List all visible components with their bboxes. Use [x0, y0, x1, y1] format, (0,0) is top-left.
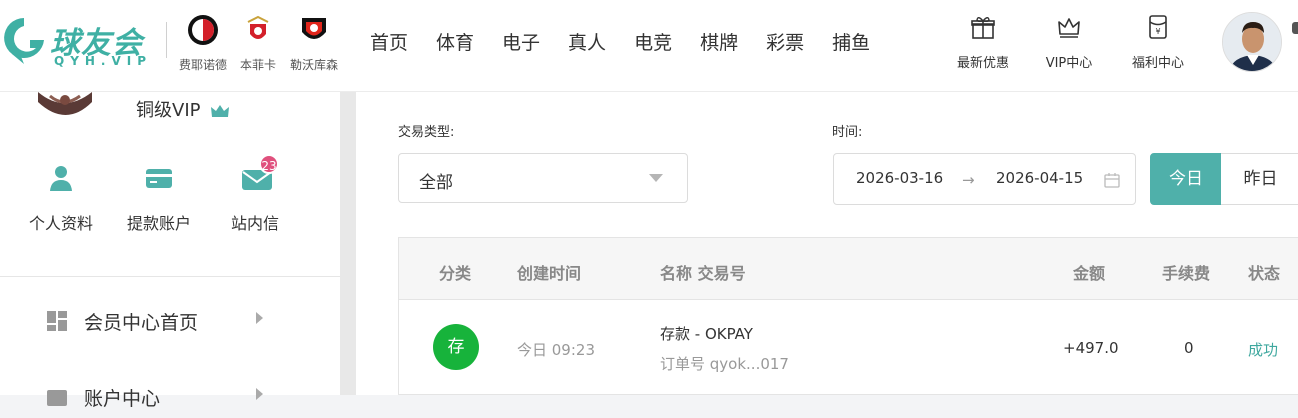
transaction-type-value: 全部	[419, 173, 453, 193]
row-order-number: 订单号 qyok...017	[660, 355, 789, 373]
member-sidebar: 铜级VIP 个人资料 提款账户 23 站内信 会员中心首页 账户中心	[0, 92, 340, 410]
col-name-txid: 名称 交易号	[660, 264, 746, 283]
logo-mark-icon	[4, 18, 45, 64]
calendar-icon	[1104, 173, 1120, 188]
row-name: 存款 - OKPAY	[660, 325, 753, 343]
quick-withdraw-account[interactable]: 提款账户	[114, 164, 204, 234]
promo-label: 最新优惠	[956, 56, 1009, 71]
club-name: 勒沃库森	[289, 58, 338, 72]
date-start[interactable]: 2026-03-16	[856, 169, 943, 187]
nav-sports[interactable]: 体育	[422, 0, 488, 86]
deposit-category-badge: 存	[433, 324, 479, 370]
row-amount: +497.0	[1063, 339, 1119, 357]
club-name: 费耶诺德	[178, 58, 227, 72]
nav-lottery[interactable]: 彩票	[752, 0, 818, 86]
vip-level-label: 铜级VIP	[136, 100, 201, 121]
quick-link-label: 个人资料	[28, 214, 93, 233]
promo-welfare-center[interactable]: ¥ 福利中心	[1113, 14, 1203, 71]
quick-profile[interactable]: 个人资料	[16, 164, 106, 234]
gift-icon	[971, 17, 995, 39]
nav-fishing[interactable]: 捕鱼	[818, 0, 884, 86]
crown-icon	[1058, 18, 1080, 38]
nav-slots[interactable]: 电子	[488, 0, 554, 86]
brand-sub: QYH.VIP	[54, 54, 153, 68]
transaction-records-panel: 交易类型: 全部 时间: 2026-03-16 → 2026-04-15 今日 …	[356, 92, 1298, 395]
yesterday-button[interactable]: 昨日	[1221, 153, 1298, 205]
table-row[interactable]: 存 今日 09:23 存款 - OKPAY 订单号 qyok...017 +49…	[399, 300, 1298, 396]
card-icon	[146, 169, 172, 188]
transaction-type-select[interactable]: 全部	[398, 153, 688, 203]
unread-count-badge: 23	[259, 154, 279, 174]
promo-label: VIP中心	[1045, 56, 1093, 71]
menu-label: 会员中心首页	[84, 312, 199, 334]
promo-latest-offers[interactable]: 最新优惠	[938, 14, 1028, 71]
nav-live-casino[interactable]: 真人	[554, 0, 620, 86]
chevron-right-icon	[256, 312, 263, 324]
date-end[interactable]: 2026-04-15	[996, 169, 1083, 187]
row-status: 成功	[1248, 341, 1279, 359]
sidebar-divider	[0, 276, 340, 277]
transaction-type-label: 交易类型:	[398, 125, 455, 140]
club-feyenoord[interactable]: 费耶诺德	[172, 14, 234, 73]
date-range-arrow: →	[962, 171, 975, 189]
main-nav: 首页 体育 电子 真人 电竞 棋牌 彩票 捕鱼	[356, 0, 884, 86]
feyenoord-badge-icon	[188, 15, 218, 45]
quick-link-label: 站内信	[230, 214, 279, 233]
site-logo[interactable]: 球友会 QYH.VIP	[0, 6, 170, 76]
chevron-right-icon	[256, 388, 263, 400]
club-name: 本菲卡	[239, 58, 276, 72]
user-icon	[50, 166, 72, 191]
user-avatar[interactable]	[1222, 12, 1282, 72]
promo-label: 福利中心	[1131, 56, 1184, 71]
nav-home[interactable]: 首页	[356, 0, 422, 86]
benfica-badge-icon	[247, 15, 269, 39]
quick-link-label: 提款账户	[126, 214, 191, 233]
transactions-table: 分类 创建时间 名称 交易号 金额 手续费 状态 存 今日 09:23 存款 -…	[398, 237, 1298, 395]
red-envelope-icon: ¥	[1149, 15, 1167, 39]
leverkusen-badge-icon	[302, 18, 326, 39]
club-benfica[interactable]: 本菲卡	[227, 14, 289, 73]
today-button[interactable]: 今日	[1150, 153, 1222, 205]
vip-medal	[30, 92, 100, 128]
nav-esports[interactable]: 电竞	[620, 0, 686, 86]
date-range-picker[interactable]: 2026-03-16 → 2026-04-15	[833, 153, 1136, 205]
svg-text:¥: ¥	[1155, 27, 1160, 36]
chevron-down-icon	[649, 174, 663, 182]
header-overflow-edge	[1292, 22, 1298, 34]
dashboard-icon	[47, 311, 67, 331]
vip-crown-icon	[211, 105, 230, 117]
col-status: 状态	[1248, 264, 1281, 283]
col-created-time: 创建时间	[517, 264, 582, 283]
wallet-icon	[47, 390, 67, 406]
quick-inbox[interactable]: 23 站内信	[210, 154, 300, 234]
promo-vip-center[interactable]: VIP中心	[1024, 14, 1114, 71]
sidebar-scrollbar[interactable]	[340, 92, 356, 395]
avatar-image	[1223, 13, 1281, 71]
col-amount: 金额	[1073, 264, 1106, 283]
menu-member-home[interactable]: 会员中心首页	[46, 302, 266, 342]
row-created-time: 今日 09:23	[517, 341, 595, 359]
menu-account-center[interactable]: 账户中心	[46, 378, 266, 418]
table-header: 分类 创建时间 名称 交易号 金额 手续费 状态	[399, 238, 1298, 300]
vip-level: 铜级VIP	[136, 96, 230, 122]
menu-label: 账户中心	[84, 388, 161, 410]
top-header: 球友会 QYH.VIP 费耶诺德 本菲卡 勒沃库森 首页 体育 电子 真人 电竞	[0, 0, 1298, 92]
logo-divider	[166, 22, 167, 58]
nav-cards[interactable]: 棋牌	[686, 0, 752, 86]
club-leverkusen[interactable]: 勒沃库森	[283, 14, 345, 73]
time-label: 时间:	[832, 125, 863, 140]
col-category: 分类	[439, 264, 472, 283]
col-fee: 手续费	[1162, 264, 1211, 283]
row-fee: 0	[1184, 339, 1194, 357]
